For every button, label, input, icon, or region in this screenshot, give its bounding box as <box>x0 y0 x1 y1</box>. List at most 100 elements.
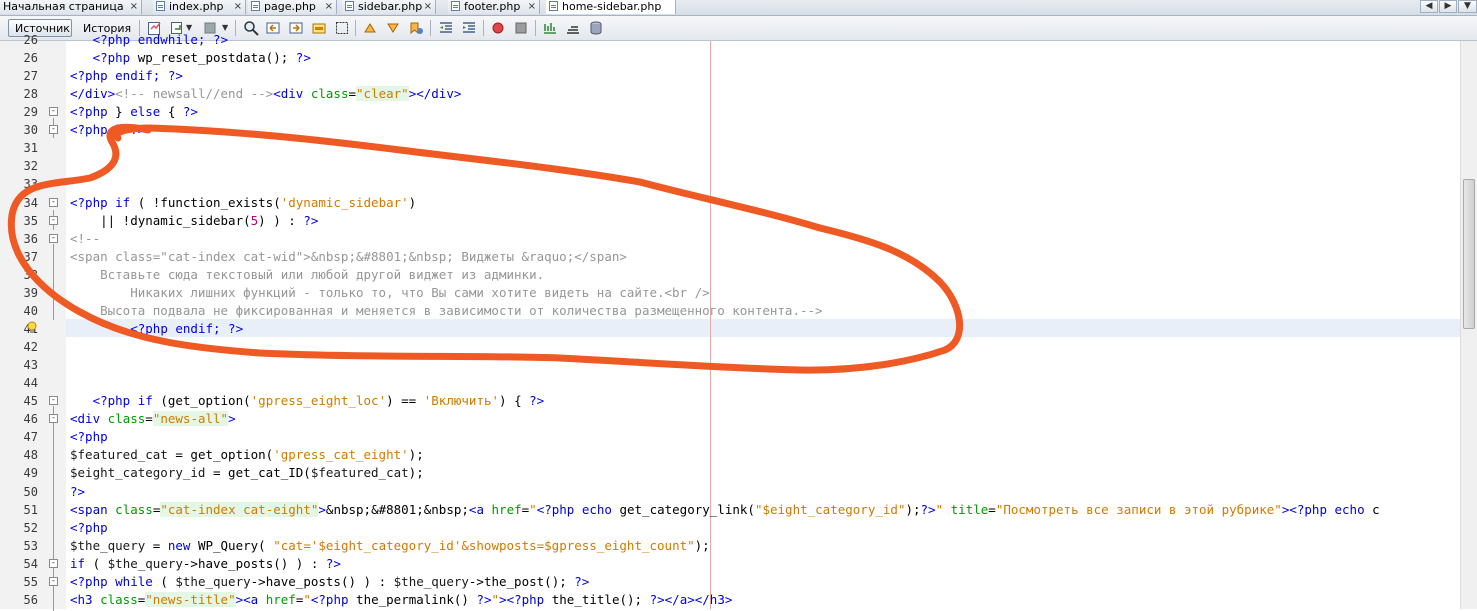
code-text[interactable]: <?php endwhile; ?> <box>70 31 228 49</box>
line-number: 48 <box>23 448 38 463</box>
tab-label: home-sidebar.php <box>562 0 662 13</box>
code-text[interactable]: <?php if (get_option('gpress_eight_loc')… <box>70 392 545 410</box>
tab-label: sidebar.php <box>358 0 423 13</box>
close-icon[interactable]: × <box>528 0 536 13</box>
code-line: 41 <?php endif; ?> <box>0 320 1477 338</box>
code-line: 47 <?php <box>0 428 1477 446</box>
tab-sidebar-php[interactable]: sidebar.php × <box>342 0 436 14</box>
line-number: 55 <box>23 574 38 589</box>
code-line: 45 - <?php if (get_option('gpress_eight_l… <box>0 392 1477 410</box>
line-number: 47 <box>23 430 38 445</box>
tab-home-sidebar-php[interactable]: home-sidebar.php <box>546 0 676 14</box>
code-line: 33 <box>0 175 1477 193</box>
php-file-icon <box>156 1 165 11</box>
code-line: 42 <box>0 338 1477 356</box>
line-number: 56 <box>23 592 38 607</box>
hint-bulb-icon[interactable] <box>27 321 37 334</box>
line-number: 38 <box>23 267 38 282</box>
tab-footer-php[interactable]: footer.php × <box>448 0 540 14</box>
fold-toggle-icon[interactable]: - <box>49 233 58 243</box>
code-text[interactable]: <?php if ( !function_exists('dynamic_sid… <box>70 194 416 212</box>
code-text[interactable]: </div><!-- newsall//end --><div class="c… <box>70 85 461 103</box>
show-opened-documents-icon[interactable]: ▼ <box>1458 0 1477 13</box>
code-text[interactable]: $eight_category_id = get_cat_ID($feature… <box>70 464 424 482</box>
line-number: 43 <box>23 358 38 373</box>
code-text[interactable]: ?> <box>70 483 85 501</box>
line-number: 34 <box>23 195 38 210</box>
scroll-tabs-right-icon[interactable]: ▶ <box>1439 0 1457 13</box>
code-line: 55 - <?php while ( $the_query->have_posts(… <box>0 573 1477 591</box>
fold-toggle-icon[interactable]: - <box>49 396 58 406</box>
code-line: 38 Вставьте сюда текстовый или любой дру… <box>0 266 1477 284</box>
tab-label: index.php <box>169 0 224 13</box>
line-number: 53 <box>23 538 38 553</box>
code-text[interactable]: $the_query = new WP_Query( "cat='$eight_… <box>70 537 710 555</box>
fold-toggle-icon[interactable]: - <box>49 558 58 568</box>
tab-index-php[interactable]: index.php × <box>153 0 246 14</box>
code-line: 30 - <?php } ?> <box>0 121 1477 139</box>
fold-toggle-icon[interactable]: - <box>49 414 58 424</box>
line-number: 49 <box>23 466 38 481</box>
code-text[interactable]: <?php <box>70 519 108 537</box>
code-line: 34 - <?php if ( !function_exists('dynamic_… <box>0 194 1477 212</box>
code-text[interactable]: Никаких лишних функций - только то, что … <box>70 284 709 302</box>
code-text[interactable]: Высота подвала не фиксированная и меняет… <box>70 302 822 320</box>
code-text[interactable]: <?php endif; ?> <box>70 320 243 338</box>
code-text[interactable]: Вставьте сюда текстовый или любой другой… <box>70 266 544 284</box>
line-number: 52 <box>23 520 38 535</box>
code-text[interactable]: <div class="news-all"> <box>70 410 236 428</box>
line-number: 40 <box>23 303 38 318</box>
tab-start-page[interactable]: Начальная страница × <box>0 0 142 14</box>
code-line: 35 - || !dynamic_sidebar(5) ) : ?> <box>0 212 1477 230</box>
code-text[interactable]: <?php } ?> <box>70 121 145 139</box>
code-text[interactable]: $featured_cat = get_option('gpress_cat_e… <box>70 446 424 464</box>
code-line: 32 <box>0 157 1477 175</box>
line-number: 45 <box>23 394 38 409</box>
line-number: 54 <box>23 556 38 571</box>
code-line: 39 Никаких лишних функций - только то, ч… <box>0 284 1477 302</box>
code-text[interactable]: <?php wp_reset_postdata(); ?> <box>70 49 311 67</box>
code-line: 31 <box>0 139 1477 157</box>
php-file-icon <box>251 1 260 11</box>
code-line: 44 <box>0 374 1477 392</box>
code-line: 37 <span class="cat-index cat-wid">&nbsp;… <box>0 248 1477 266</box>
line-number: 30 <box>23 123 38 138</box>
close-icon[interactable]: × <box>130 0 138 13</box>
fold-toggle-icon[interactable]: - <box>49 215 58 225</box>
code-line: 48 $featured_cat = get_option('gpress_cat… <box>0 446 1477 464</box>
line-number: 37 <box>23 249 38 264</box>
close-icon[interactable]: × <box>424 0 432 13</box>
code-text[interactable]: <?php <box>70 428 108 446</box>
line-number: 46 <box>23 412 38 427</box>
code-text[interactable]: <?php while ( $the_query->have_posts() )… <box>70 573 589 591</box>
code-text[interactable]: <span class="cat-index cat-wid">&nbsp;&#… <box>70 248 627 266</box>
code-text[interactable]: <?php } else { ?> <box>70 103 198 121</box>
line-number: 33 <box>23 177 38 192</box>
fold-toggle-icon[interactable]: - <box>49 107 58 117</box>
scrollbar-thumb[interactable] <box>1463 179 1475 329</box>
tab-page-php[interactable]: page.php × <box>248 0 337 14</box>
fold-toggle-icon[interactable]: - <box>49 125 58 135</box>
code-line: 27 <?php endif; ?> <box>0 67 1477 85</box>
scroll-tabs-left-icon[interactable]: ◀ <box>1420 0 1438 13</box>
vertical-scrollbar[interactable] <box>1460 41 1477 609</box>
tab-label: Начальная страница <box>3 0 124 13</box>
code-line: 49 $eight_category_id = get_cat_ID($featu… <box>0 464 1477 482</box>
code-text[interactable]: <?php endif; ?> <box>70 67 183 85</box>
fold-toggle-icon[interactable]: - <box>49 576 58 586</box>
fold-toggle-icon[interactable]: - <box>49 197 58 207</box>
code-line: 28 </div><!-- newsall//end --><div class=… <box>0 85 1477 103</box>
code-text[interactable]: || !dynamic_sidebar(5) ) : ?> <box>70 212 318 230</box>
code-line: 52 <?php <box>0 519 1477 537</box>
code-text[interactable]: <h3 class="news-title"><a href="<?php th… <box>70 591 732 609</box>
line-number: 28 <box>23 87 38 102</box>
line-number: 35 <box>23 213 38 228</box>
code-text[interactable]: if ( $the_query->have_posts() ) : ?> <box>70 555 341 573</box>
close-icon[interactable]: × <box>325 0 333 13</box>
line-number: 36 <box>23 231 38 246</box>
code-text[interactable]: <!-- <box>70 230 100 248</box>
line-number: 44 <box>23 376 38 391</box>
line-number: 32 <box>23 159 38 174</box>
close-icon[interactable]: × <box>234 0 242 13</box>
code-text[interactable]: <span class="cat-index cat-eight">&nbsp;… <box>70 501 1380 519</box>
